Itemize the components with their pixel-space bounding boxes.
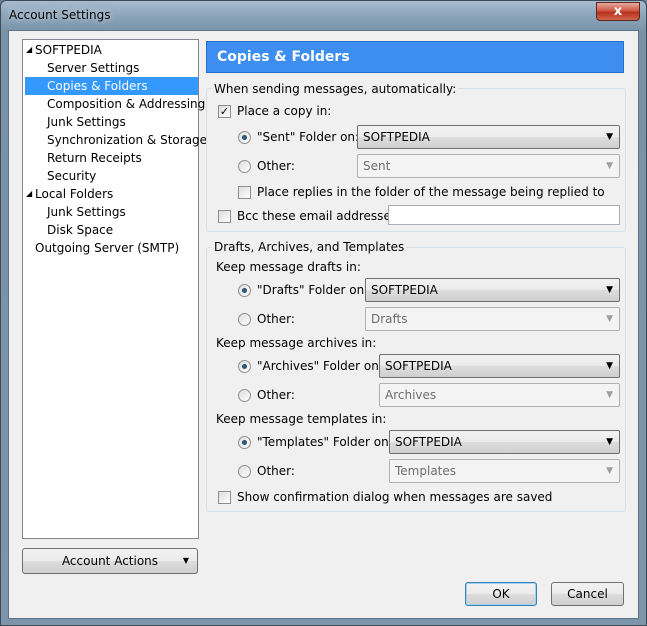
templates-folder-radio[interactable]: [238, 436, 251, 449]
dropdown-arrow-icon: ▼: [606, 161, 613, 171]
sent-folder-radio[interactable]: [238, 131, 251, 144]
tree-item-label: Synchronization & Storage: [47, 133, 208, 147]
tree-item-label: Junk Settings: [47, 115, 126, 129]
account-tree[interactable]: ◢ SOFTPEDIA Server Settings Copies & Fol…: [22, 39, 207, 539]
tree-item-label: Composition & Addressing: [47, 97, 206, 111]
archives-other-radio[interactable]: [238, 389, 251, 402]
templates-other-radio[interactable]: [238, 465, 251, 478]
templates-folder-select[interactable]: SOFTPEDIA ▼: [389, 430, 620, 454]
archives-folder-label: "Archives" Folder on:: [257, 359, 383, 373]
templates-folder-label: "Templates" Folder on:: [257, 435, 393, 449]
other-folder-label: Other:: [257, 159, 295, 173]
drafts-folder-value: SOFTPEDIA: [371, 283, 438, 297]
archives-other-value: Archives: [385, 388, 437, 402]
expanded-triangle-icon[interactable]: ◢: [26, 41, 32, 59]
tree-item-composition-addressing[interactable]: Composition & Addressing: [25, 95, 205, 113]
cancel-button[interactable]: Cancel: [551, 582, 624, 606]
tree-item-outgoing-server[interactable]: Outgoing Server (SMTP): [25, 239, 198, 257]
page-title: Copies & Folders: [206, 41, 624, 73]
drafts-folder-radio[interactable]: [238, 284, 251, 297]
drafts-group-title: Drafts, Archives, and Templates: [212, 240, 407, 254]
dialog-client-area: ◢ SOFTPEDIA Server Settings Copies & Fol…: [8, 30, 639, 619]
templates-other-value: Templates: [395, 464, 457, 478]
place-replies-label: Place replies in the folder of the messa…: [257, 185, 605, 199]
dropdown-arrow-icon: ▼: [606, 390, 613, 400]
account-settings-window: Account Settings x ◢ SOFTPEDIA Server Se…: [0, 0, 647, 626]
tree-item-label: Local Folders: [35, 187, 114, 201]
place-replies-checkbox[interactable]: [238, 186, 251, 199]
archives-folder-value: SOFTPEDIA: [385, 359, 452, 373]
tree-item-label: Outgoing Server (SMTP): [35, 241, 180, 255]
templates-folder-value: SOFTPEDIA: [395, 435, 462, 449]
bcc-address-input[interactable]: [388, 205, 620, 225]
tree-item-label: Security: [47, 169, 97, 183]
drafts-other-value: Drafts: [371, 312, 408, 326]
close-icon: x: [613, 4, 623, 19]
tree-item-security[interactable]: Security: [25, 167, 198, 185]
tree-item-local-folders[interactable]: ◢ Local Folders: [25, 185, 198, 203]
tree-item-return-receipts[interactable]: Return Receipts: [25, 149, 198, 167]
show-confirmation-label: Show confirmation dialog when messages a…: [237, 490, 553, 504]
archives-other-label: Other:: [257, 388, 295, 402]
tree-item-label: Copies & Folders: [47, 79, 148, 93]
tree-item-label: Return Receipts: [47, 151, 142, 165]
account-actions-label: Account Actions: [61, 554, 159, 568]
ok-button[interactable]: OK: [465, 582, 537, 606]
tree-item-label: Junk Settings: [47, 205, 126, 219]
tree-item-server-settings[interactable]: Server Settings: [25, 59, 198, 77]
place-copy-label: Place a copy in:: [237, 104, 332, 118]
drafts-other-select[interactable]: Drafts ▼: [365, 307, 620, 331]
tree-item-label: SOFTPEDIA: [35, 43, 102, 57]
tree-item-disk-space[interactable]: Disk Space: [25, 221, 198, 239]
sent-folder-label: "Sent" Folder on:: [257, 130, 360, 144]
templates-other-select[interactable]: Templates ▼: [389, 459, 620, 483]
dropdown-arrow-icon: ▼: [606, 466, 613, 476]
sent-folder-value: SOFTPEDIA: [363, 130, 430, 144]
dropdown-arrow-icon: ▼: [606, 132, 613, 142]
tree-item-copies-folders[interactable]: Copies & Folders: [25, 77, 198, 95]
tree-item-softpedia[interactable]: ◢ SOFTPEDIA: [25, 41, 198, 59]
dropdown-arrow-icon: ▼: [606, 437, 613, 447]
templates-other-label: Other:: [257, 464, 295, 478]
bcc-label: Bcc these email addresses:: [237, 209, 402, 223]
tree-item-synchronization-storage[interactable]: Synchronization & Storage: [25, 131, 207, 149]
close-button[interactable]: x: [596, 2, 640, 21]
templates-heading: Keep message templates in:: [216, 412, 387, 426]
drafts-folder-label: "Drafts" Folder on:: [257, 283, 369, 297]
archives-folder-select[interactable]: SOFTPEDIA ▼: [379, 354, 620, 378]
dropdown-arrow-icon: ▼: [606, 314, 613, 324]
other-folder-value: Sent: [363, 159, 391, 173]
expanded-triangle-icon[interactable]: ◢: [26, 185, 32, 203]
place-copy-checkbox[interactable]: ✓: [218, 105, 231, 118]
drafts-other-radio[interactable]: [238, 313, 251, 326]
title-bar[interactable]: Account Settings x: [1, 1, 646, 31]
dropdown-arrow-icon: ▼: [606, 361, 613, 371]
drafts-other-label: Other:: [257, 312, 295, 326]
archives-other-select[interactable]: Archives ▼: [379, 383, 620, 407]
chevron-down-icon: ▼: [182, 556, 189, 565]
sending-group-title: When sending messages, automatically:: [212, 82, 459, 96]
account-actions-button[interactable]: Account Actions ▼: [22, 548, 198, 574]
archives-folder-radio[interactable]: [238, 360, 251, 373]
dropdown-arrow-icon: ▼: [606, 285, 613, 295]
tree-item-label: Server Settings: [47, 61, 140, 75]
tree-item-junk-settings[interactable]: Junk Settings: [25, 113, 198, 131]
tree-item-label: Disk Space: [47, 223, 114, 237]
drafts-heading: Keep message drafts in:: [216, 260, 361, 274]
bcc-checkbox[interactable]: [218, 210, 231, 223]
archives-heading: Keep message archives in:: [216, 336, 377, 350]
drafts-folder-select[interactable]: SOFTPEDIA ▼: [365, 278, 620, 302]
other-folder-select[interactable]: Sent ▼: [357, 154, 620, 178]
sent-folder-select[interactable]: SOFTPEDIA ▼: [357, 125, 620, 149]
show-confirmation-checkbox[interactable]: [218, 491, 231, 504]
tree-item-local-junk-settings[interactable]: Junk Settings: [25, 203, 198, 221]
other-folder-radio[interactable]: [238, 160, 251, 173]
window-title: Account Settings: [9, 8, 111, 22]
